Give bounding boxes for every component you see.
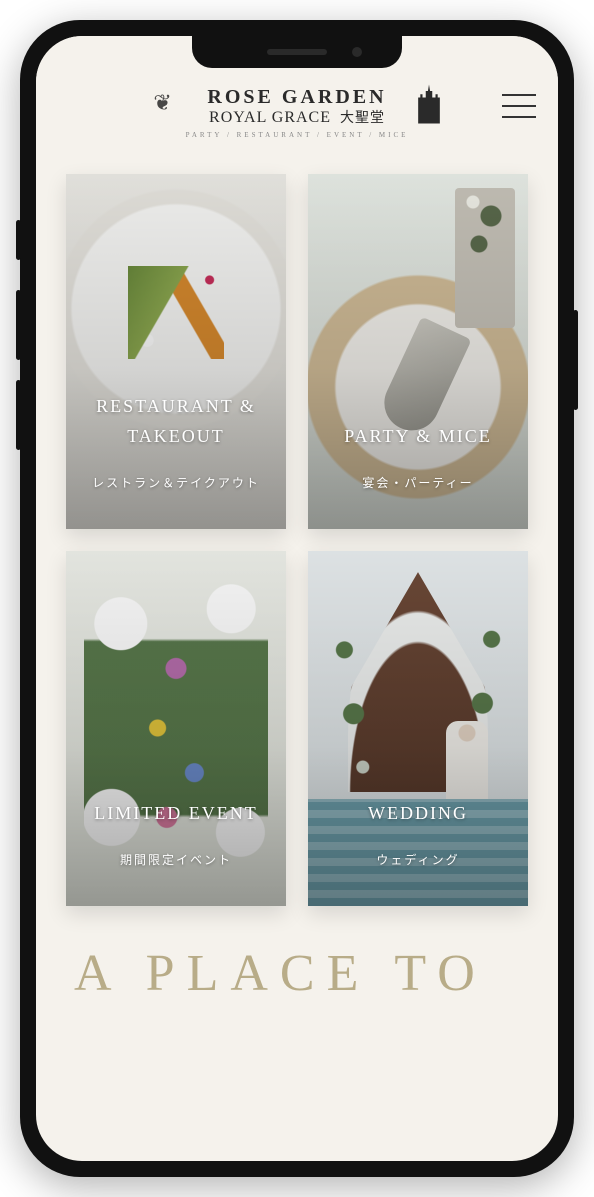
card-title-jp: 期間限定イベント	[120, 851, 232, 868]
phone-screen: ❦ ROSE GARDEN ROYAL GRACE 大聖堂 PARTY / RE…	[36, 36, 558, 1161]
logo-title-line2: ROYAL GRACE 大聖堂	[186, 107, 409, 127]
site-logo[interactable]: ❦ ROSE GARDEN ROYAL GRACE 大聖堂 PARTY / RE…	[186, 86, 409, 139]
hamburger-menu-button[interactable]	[502, 94, 536, 118]
phone-volume-up	[16, 290, 21, 360]
card-title-en: PARTY & MICE	[336, 421, 500, 452]
card-title-jp: ウェディング	[376, 851, 459, 868]
card-wedding[interactable]: WEDDING ウェディング	[308, 551, 528, 906]
logo-title-line1: ROSE GARDEN	[186, 86, 409, 109]
card-title-jp: 宴会・パーティー	[362, 474, 473, 491]
card-title-jp: レストラン＆テイクアウト	[92, 474, 260, 491]
phone-power-button	[573, 310, 578, 410]
phone-notch	[192, 36, 402, 68]
logo-title-line2-jp: 大聖堂	[340, 111, 385, 126]
phone-volume-down	[16, 380, 21, 450]
card-title-en: LIMITED EVENT	[86, 798, 265, 829]
card-party-mice[interactable]: PARTY & MICE 宴会・パーティー	[308, 174, 528, 529]
card-restaurant-takeout[interactable]: RESTAURANT & TAKEOUT レストラン＆テイクアウト	[66, 174, 286, 529]
phone-mute-switch	[16, 220, 21, 260]
hero-headline: A PLACE TO	[36, 916, 558, 1003]
logo-ornament-left-icon: ❦	[148, 90, 178, 120]
phone-front-camera	[352, 47, 362, 57]
hamburger-line-icon	[502, 94, 536, 96]
phone-device-frame: ❦ ROSE GARDEN ROYAL GRACE 大聖堂 PARTY / RE…	[20, 20, 574, 1177]
phone-speaker	[267, 49, 327, 55]
logo-title-line2-en: ROYAL GRACE	[209, 109, 331, 126]
card-title-en: WEDDING	[360, 798, 476, 829]
logo-subtitle: PARTY / RESTAURANT / EVENT / MICE	[186, 131, 409, 139]
castle-icon	[416, 84, 442, 129]
hamburger-line-icon	[502, 105, 536, 107]
hamburger-line-icon	[502, 116, 536, 118]
card-limited-event[interactable]: LIMITED EVENT 期間限定イベント	[66, 551, 286, 906]
category-grid: RESTAURANT & TAKEOUT レストラン＆テイクアウト PARTY …	[36, 154, 558, 916]
card-title-en: RESTAURANT & TAKEOUT	[66, 391, 286, 452]
